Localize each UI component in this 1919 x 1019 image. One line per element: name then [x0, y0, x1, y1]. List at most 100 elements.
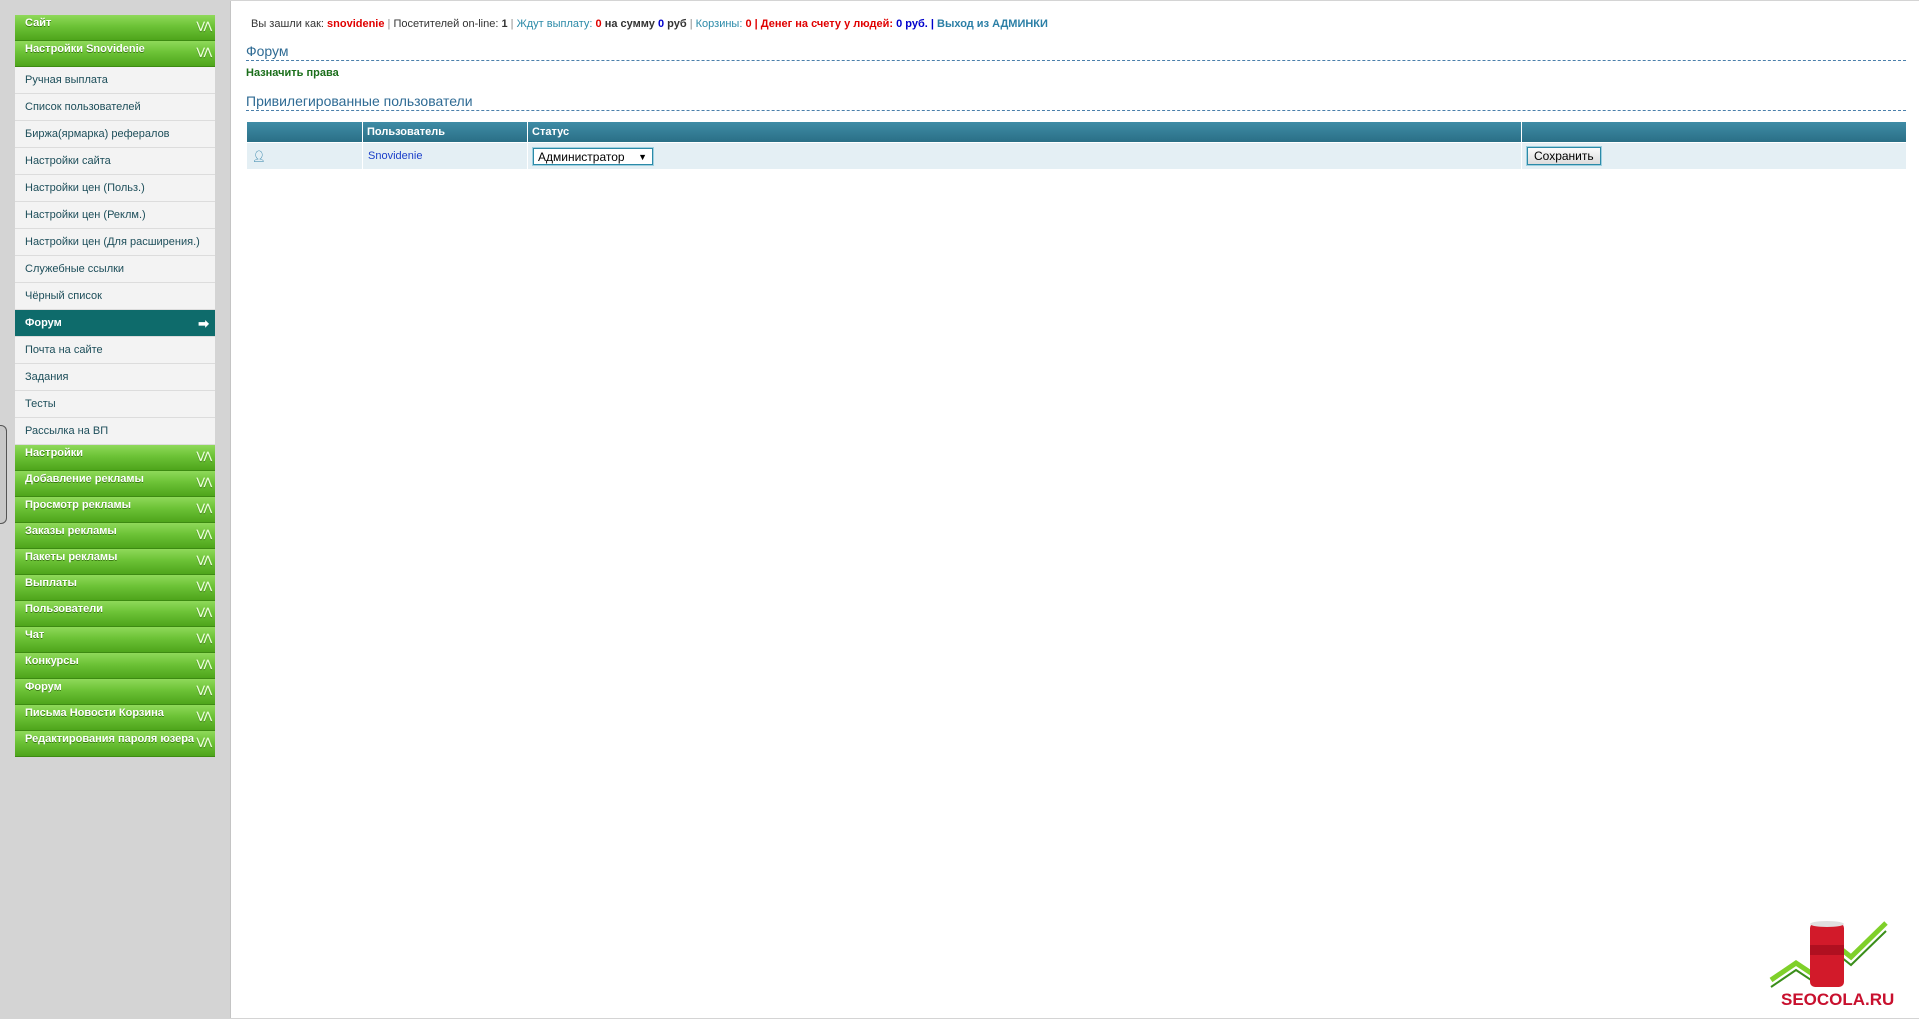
user-icon: 👤︎ — [252, 150, 266, 163]
separator: | — [930, 18, 934, 30]
user-link[interactable]: Snovidenie — [368, 150, 422, 162]
menu-group-label: Конкурсы — [25, 655, 79, 667]
chevron-icon: ⋁⋀ — [196, 21, 212, 32]
admin-menu: Сайт ⋁⋀ Настройки Snovidenie ⋁⋀ Ручная вып… — [15, 15, 215, 757]
menu-group-ad-orders[interactable]: Заказы рекламы ⋁⋀ — [15, 523, 215, 549]
seocola-logo-graphic — [1769, 921, 1888, 988]
chevron-icon: ⋁⋀ — [196, 659, 212, 670]
online-label: Посетителей on-line: — [393, 18, 499, 30]
menu-item-blacklist[interactable]: Чёрный список — [15, 283, 215, 310]
menu-item-referral-exchange[interactable]: Биржа(ярмарка) рефералов — [15, 121, 215, 148]
table-row: 👤︎ Snovidenie Администратор ▼ Сохранить — [247, 143, 1906, 169]
menu-item-prices-users[interactable]: Настройки цен (Польз.) — [15, 175, 215, 202]
user-cell: Snovidenie — [363, 143, 527, 169]
arrow-right-icon: ➡ — [198, 316, 209, 331]
menu-group-forum[interactable]: Форум ⋁⋀ — [15, 679, 215, 705]
menu-group-label: Чат — [25, 629, 45, 641]
menu-group-view-ads[interactable]: Просмотр рекламы ⋁⋀ — [15, 497, 215, 523]
menu-group-label: Сайт — [25, 17, 52, 29]
menu-group-chat[interactable]: Чат ⋁⋀ — [15, 627, 215, 653]
column-header-user: Пользователь — [363, 122, 527, 142]
menu-group-label: Добавление рекламы — [25, 473, 144, 485]
chevron-icon: ⋁⋀ — [196, 685, 212, 696]
column-header-action — [1522, 122, 1906, 142]
waiting-count: 0 — [595, 18, 602, 30]
status-value: Администратор — [538, 149, 625, 164]
menu-group-label: Редактирования пароля юзера — [25, 733, 195, 745]
save-button[interactable]: Сохранить — [1527, 147, 1601, 165]
assign-rights-link[interactable]: Назначить права — [246, 67, 339, 79]
menu-item-site-settings[interactable]: Настройки сайта — [15, 148, 215, 175]
menu-item-label: Форум — [25, 317, 62, 329]
menu-group-label: Просмотр рекламы — [25, 499, 132, 511]
money-label: | Денег на счету у людей: — [754, 18, 894, 30]
menu-group-payouts[interactable]: Выплаты ⋁⋀ — [15, 575, 215, 601]
separator: | — [689, 18, 693, 30]
seocola-brand-text: SEOCOLA.RU — [1781, 990, 1895, 1009]
sidebar-collapse-handle[interactable] — [0, 425, 7, 524]
baskets-count: 0 — [745, 18, 752, 30]
separator: | — [510, 18, 514, 30]
chevron-icon: ⋁⋀ — [196, 47, 212, 58]
chevron-icon: ⋁⋀ — [196, 529, 212, 540]
chevron-icon: ⋁⋀ — [196, 477, 212, 488]
menu-item-manual-payout[interactable]: Ручная выплата — [15, 67, 215, 94]
username: snovidenie — [327, 18, 385, 30]
menu-group-label: Настройки — [25, 447, 84, 459]
status-bar: Вы зашли как: snovidenie | Посетителей o… — [251, 18, 1048, 30]
chevron-icon: ⋁⋀ — [196, 607, 212, 618]
menu-item-mailing[interactable]: Рассылка на ВП — [15, 418, 215, 445]
waiting-payout-link[interactable]: Ждут выплату: — [517, 18, 593, 30]
menu-item-prices-extension[interactable]: Настройки цен (Для расширения.) — [15, 229, 215, 256]
status-cell: Администратор ▼ — [528, 143, 1521, 169]
menu-group-label: Пакеты рекламы — [25, 551, 118, 563]
menu-group-label: Пользователи — [25, 603, 104, 615]
menu-group-letters-news-basket[interactable]: Письма Новости Корзина ⋁⋀ — [15, 705, 215, 731]
separator: | — [387, 18, 391, 30]
baskets-link[interactable]: Корзины: — [696, 18, 743, 30]
menu-group-ad-packages[interactable]: Пакеты рекламы ⋁⋀ — [15, 549, 215, 575]
privileged-users-table: Пользователь Статус 👤︎ Snovidenie Админи… — [246, 121, 1907, 170]
menu-item-tasks[interactable]: Задания — [15, 364, 215, 391]
menu-item-service-links[interactable]: Служебные ссылки — [15, 256, 215, 283]
dropdown-arrow-icon: ▼ — [638, 151, 647, 162]
online-count: 1 — [501, 18, 508, 30]
money-value: 0 руб. — [896, 18, 928, 30]
menu-group-settings[interactable]: Настройки ⋁⋀ — [15, 445, 215, 471]
menu-item-prices-ads[interactable]: Настройки цен (Реклм.) — [15, 202, 215, 229]
menu-group-add-ads[interactable]: Добавление рекламы ⋁⋀ — [15, 471, 215, 497]
privileged-users-title: Привилегированные пользователи — [246, 93, 1906, 111]
menu-item-forum[interactable]: Форум ➡ — [15, 310, 215, 337]
menu-group-label: Письма Новости Корзина — [25, 707, 164, 719]
chevron-icon: ⋁⋀ — [196, 451, 212, 462]
menu-group-contests[interactable]: Конкурсы ⋁⋀ — [15, 653, 215, 679]
main-content: Вы зашли как: snovidenie | Посетителей o… — [230, 1, 1919, 1018]
chevron-icon: ⋁⋀ — [196, 633, 212, 644]
menu-group-edit-password[interactable]: Редактирования пароля юзера ⋁⋀ — [15, 731, 215, 757]
column-header-status: Статус — [528, 122, 1521, 142]
menu-group-label: Выплаты — [25, 577, 77, 589]
chevron-icon: ⋁⋀ — [196, 711, 212, 722]
column-header-icon — [247, 122, 362, 142]
menu-group-label: Форум — [25, 681, 62, 693]
menu-group-label: Настройки Snovidenie — [25, 43, 145, 55]
menu-group-settings-snovidenie[interactable]: Настройки Snovidenie ⋁⋀ — [15, 41, 215, 67]
status-select[interactable]: Администратор ▼ — [533, 147, 653, 165]
action-cell: Сохранить — [1522, 143, 1906, 169]
sum-label: на сумму — [604, 18, 655, 30]
chevron-icon: ⋁⋀ — [196, 503, 212, 514]
sum-value: 0 — [657, 18, 665, 30]
menu-group-site[interactable]: Сайт ⋁⋀ — [15, 15, 215, 41]
chevron-icon: ⋁⋀ — [196, 581, 212, 592]
page-title: Форум — [246, 43, 1906, 61]
seocola-logo: SEOCOLA.RU — [1766, 915, 1896, 1010]
logout-link[interactable]: Выход из АДМИНКИ — [937, 18, 1048, 30]
menu-item-tests[interactable]: Тесты — [15, 391, 215, 418]
chevron-icon: ⋁⋀ — [196, 555, 212, 566]
user-cell-icon: 👤︎ — [247, 143, 362, 169]
menu-group-users[interactable]: Пользователи ⋁⋀ — [15, 601, 215, 627]
menu-item-site-mail[interactable]: Почта на сайте — [15, 337, 215, 364]
menu-group-label: Заказы рекламы — [25, 525, 117, 537]
menu-item-users-list[interactable]: Список пользователей — [15, 94, 215, 121]
table-header-row: Пользователь Статус — [247, 122, 1906, 142]
